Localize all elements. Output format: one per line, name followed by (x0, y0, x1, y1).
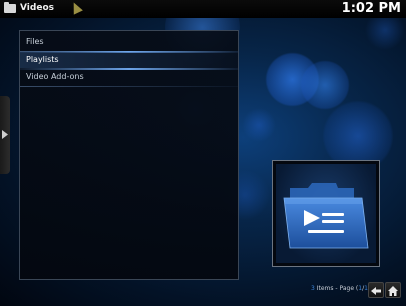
thumbnail-background (276, 164, 376, 263)
arrow-right-icon (2, 130, 8, 139)
menu-item-label: Files (26, 37, 44, 46)
side-menu-tab[interactable] (0, 96, 10, 174)
menu-item-label: Video Add-ons (26, 72, 84, 81)
folder-icon (4, 2, 16, 13)
screen: Videos 1:02 PM Files Playlists Video Add… (0, 0, 406, 306)
thumbnail-panel (272, 160, 380, 267)
item-count-status: 3 Items - Page (1/1) (311, 285, 370, 292)
items-label: Items - Page ( (314, 285, 359, 292)
section-title: Videos (20, 3, 54, 13)
playlist-folder-icon (283, 183, 369, 249)
menu-item-files[interactable]: Files (20, 34, 238, 50)
menu-item-video-addons[interactable]: Video Add-ons (20, 69, 238, 85)
divider (20, 86, 238, 87)
back-button[interactable] (368, 282, 384, 298)
bokeh-light (265, 52, 320, 107)
home-button[interactable] (385, 282, 401, 298)
home-icon (388, 286, 398, 296)
bokeh-light (300, 60, 350, 110)
menu-item-label: Playlists (26, 55, 59, 64)
menu-item-playlists[interactable]: Playlists (20, 52, 238, 68)
back-arrow-icon (371, 287, 381, 295)
top-bar: Videos 1:02 PM (0, 0, 406, 18)
clock: 1:02 PM (341, 1, 401, 16)
bokeh-light (242, 108, 276, 142)
menu-list-panel: Files Playlists Video Add-ons (19, 30, 239, 280)
